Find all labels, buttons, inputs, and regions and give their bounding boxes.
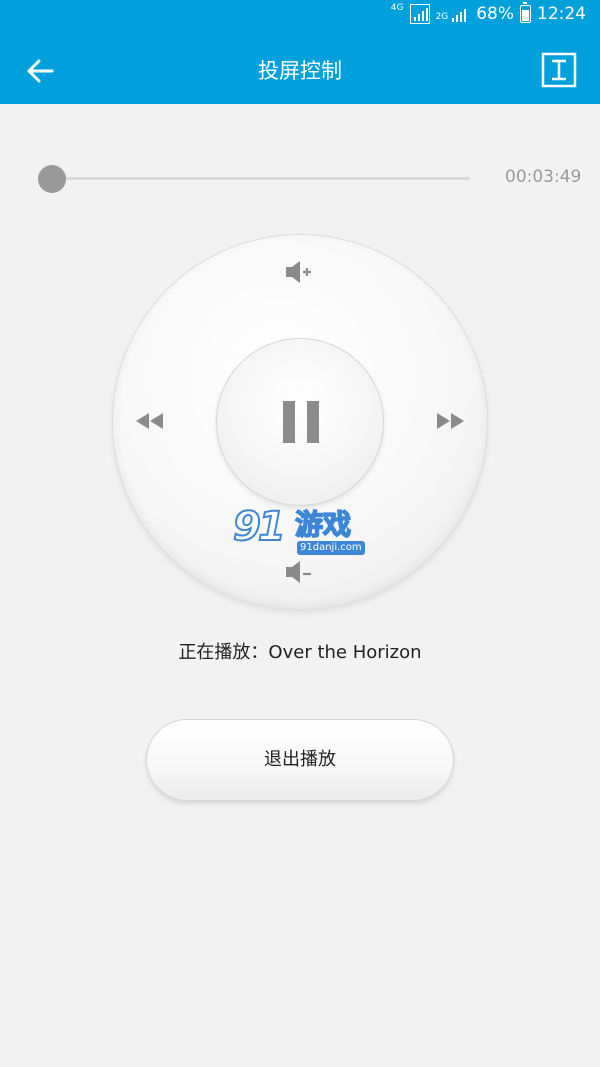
- now-playing-label: 正在播放：Over the Horizon: [178, 642, 422, 663]
- status-bar: 4G 2G 68% 12:24: [0, 0, 600, 36]
- fast-forward-button[interactable]: [434, 410, 468, 432]
- volume-up-button[interactable]: [282, 258, 318, 286]
- progress-slider[interactable]: [38, 162, 470, 194]
- status-icons: 4G 2G 68% 12:24: [390, 2, 586, 24]
- signal-strength-icon: [409, 4, 430, 24]
- battery-icon: [520, 2, 531, 23]
- volume-up-icon: [286, 261, 311, 283]
- progress-thumb[interactable]: [38, 165, 66, 193]
- cast-screen-icon: [541, 52, 577, 88]
- network-type-4g: 4G: [390, 3, 404, 13]
- progress-track[interactable]: [48, 177, 470, 180]
- watermark-logo: 91 游戏 91danji.com: [232, 504, 369, 561]
- battery-percent: 68%: [476, 4, 514, 24]
- rewind-icon: [136, 413, 163, 429]
- exit-playback-button[interactable]: 退出播放: [146, 719, 454, 801]
- page-title: 投屏控制: [258, 59, 342, 83]
- volume-down-button[interactable]: [282, 558, 318, 586]
- play-pause-button[interactable]: [216, 338, 384, 506]
- signal-strength-2g-icon: [450, 4, 470, 24]
- volume-down-icon: [286, 561, 311, 583]
- watermark-number: 91: [232, 504, 287, 550]
- network-type-2g: 2G: [435, 12, 449, 22]
- fast-forward-icon: [437, 413, 464, 429]
- watermark-url: 91danji.com: [297, 541, 365, 555]
- app-header: 4G 2G 68% 12:24 投屏控制: [0, 0, 600, 104]
- duration-label: 00:03:49: [505, 167, 582, 187]
- watermark-name: 游戏: [294, 507, 352, 542]
- pause-icon: [283, 401, 319, 443]
- rewind-button[interactable]: [132, 410, 166, 432]
- clock: 12:24: [537, 4, 586, 24]
- cast-screen-button[interactable]: [541, 52, 577, 88]
